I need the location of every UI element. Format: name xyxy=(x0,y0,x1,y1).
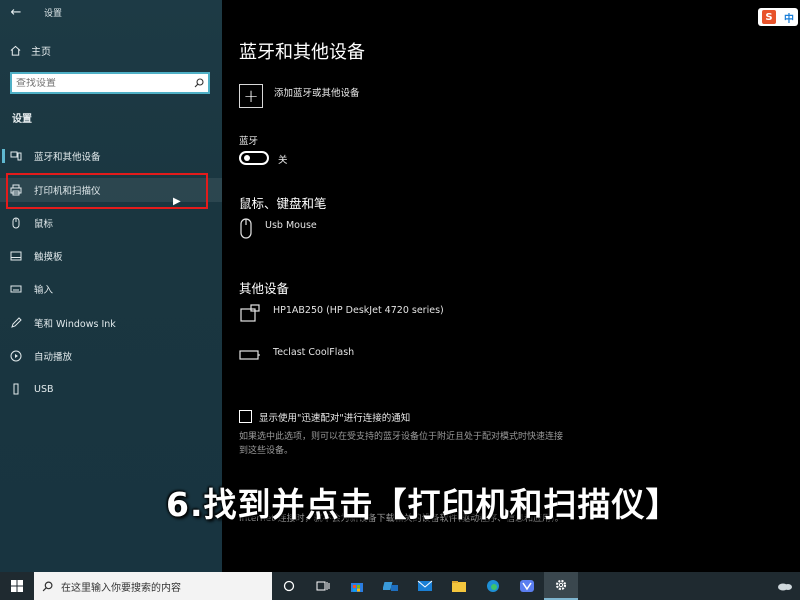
file-explorer-button[interactable] xyxy=(442,572,476,600)
store-button[interactable] xyxy=(340,572,374,600)
device-teclast-flash[interactable]: Teclast CoolFlash xyxy=(239,345,354,365)
onedrive-button[interactable] xyxy=(374,572,408,600)
settings-gear-icon xyxy=(555,579,567,591)
vpn-icon xyxy=(520,580,534,592)
ime-indicator[interactable]: S 中 xyxy=(758,8,798,26)
edge-icon xyxy=(487,580,499,592)
ime-mode: 中 xyxy=(784,13,794,25)
sidebar-item-label: 笔和 Windows Ink xyxy=(34,319,116,330)
device-usb-mouse[interactable]: Usb Mouse xyxy=(239,218,317,240)
sidebar-item-autoplay[interactable]: 自动播放 xyxy=(0,344,222,368)
section-label-devices: 设置 xyxy=(12,114,32,125)
sidebar-item-label: 鼠标 xyxy=(34,219,54,230)
mail-icon xyxy=(417,580,433,591)
edge-button[interactable] xyxy=(476,572,510,600)
store-icon xyxy=(351,583,363,592)
swift-pair-description: 如果选中此选项，则可以在受支持的蓝牙设备位于附近且处于配对模式时快速连接到这些设… xyxy=(239,432,564,456)
vpn-button[interactable] xyxy=(510,572,544,600)
file-explorer-icon xyxy=(452,580,466,592)
search-icon xyxy=(42,580,53,591)
mouse-cursor-icon: ▶ xyxy=(173,196,181,207)
sidebar-item-label: 触摸板 xyxy=(34,252,63,263)
task-view-button[interactable] xyxy=(306,572,340,600)
device-name: HP1AB250 (HP DeskJet 4720 series) xyxy=(273,305,444,316)
usb-drive-icon xyxy=(239,350,260,360)
sogou-logo-icon: S xyxy=(762,10,776,24)
bluetooth-state: 关 xyxy=(278,155,288,166)
tutorial-caption: 6.找到并点击【打印机和扫描仪】 xyxy=(166,485,680,524)
page-title: 蓝牙和其他设备 xyxy=(239,42,365,63)
swift-pair-checkbox[interactable] xyxy=(239,410,252,423)
cortana-button[interactable] xyxy=(272,572,306,600)
sidebar-item-label: USB xyxy=(34,383,54,395)
mail-button[interactable] xyxy=(408,572,442,600)
bluetooth-label: 蓝牙 xyxy=(239,136,259,147)
keyboard-icon xyxy=(10,285,22,293)
bluetooth-devices-icon xyxy=(10,151,22,161)
home-label: 主页 xyxy=(31,47,51,58)
mouse-icon xyxy=(240,218,252,239)
sidebar-item-label: 自动播放 xyxy=(34,352,73,363)
start-button[interactable] xyxy=(0,572,34,600)
sidebar-item-usb[interactable]: USB xyxy=(0,377,222,401)
touchpad-icon xyxy=(10,251,22,261)
pen-icon xyxy=(11,317,22,328)
sidebar-item-mouse[interactable]: 鼠标 xyxy=(0,211,222,235)
device-name: Usb Mouse xyxy=(265,220,317,231)
usb-icon xyxy=(13,383,19,395)
home-icon xyxy=(10,45,21,56)
sidebar-item-bluetooth[interactable]: 蓝牙和其他设备 xyxy=(0,144,222,168)
other-devices-heading: 其他设备 xyxy=(239,281,290,296)
toggle-knob xyxy=(244,155,250,161)
task-view-icon xyxy=(316,581,330,591)
printer-device-icon xyxy=(240,304,260,322)
weather-widget[interactable] xyxy=(770,581,800,591)
plus-icon: + xyxy=(243,85,259,107)
back-arrow-icon[interactable]: ← xyxy=(0,5,32,20)
swift-pair-label[interactable]: 显示使用"迅速配对"进行连接的通知 xyxy=(259,410,410,424)
cortana-icon xyxy=(283,580,295,592)
bluetooth-toggle[interactable] xyxy=(239,151,269,165)
taskbar: 在这里输入你要搜索的内容 xyxy=(0,572,800,600)
home-nav-item[interactable]: 主页 xyxy=(10,43,51,58)
device-hp-printer[interactable]: HP1AB250 (HP DeskJet 4720 series) xyxy=(239,303,444,323)
sidebar-item-pen[interactable]: 笔和 Windows Ink xyxy=(0,311,222,335)
taskbar-search[interactable]: 在这里输入你要搜索的内容 xyxy=(34,572,272,600)
sidebar-item-typing[interactable]: 输入 xyxy=(0,277,222,301)
onedrive-icon xyxy=(383,582,398,591)
add-device-label[interactable]: 添加蓝牙或其他设备 xyxy=(274,85,360,99)
mouse-keyboard-pen-heading: 鼠标、键盘和笔 xyxy=(239,196,327,211)
sidebar-item-label: 输入 xyxy=(34,285,54,296)
autoplay-icon xyxy=(10,350,22,362)
taskbar-search-placeholder: 在这里输入你要搜索的内容 xyxy=(61,582,181,594)
settings-taskbar-button[interactable] xyxy=(544,572,578,600)
sidebar-item-label: 蓝牙和其他设备 xyxy=(34,152,101,163)
mouse-icon xyxy=(12,217,20,229)
cloud-icon xyxy=(778,583,792,591)
title-bar: ← 设置 xyxy=(0,0,222,24)
windows-logo-icon xyxy=(11,580,23,592)
window-title: 设置 xyxy=(44,8,63,19)
sidebar-item-touchpad[interactable]: 触摸板 xyxy=(0,244,222,268)
device-name: Teclast CoolFlash xyxy=(273,347,355,358)
add-device-button[interactable]: + xyxy=(239,84,263,108)
search-icon[interactable] xyxy=(194,78,204,88)
search-input[interactable] xyxy=(16,77,186,89)
search-settings-box[interactable] xyxy=(10,72,210,94)
